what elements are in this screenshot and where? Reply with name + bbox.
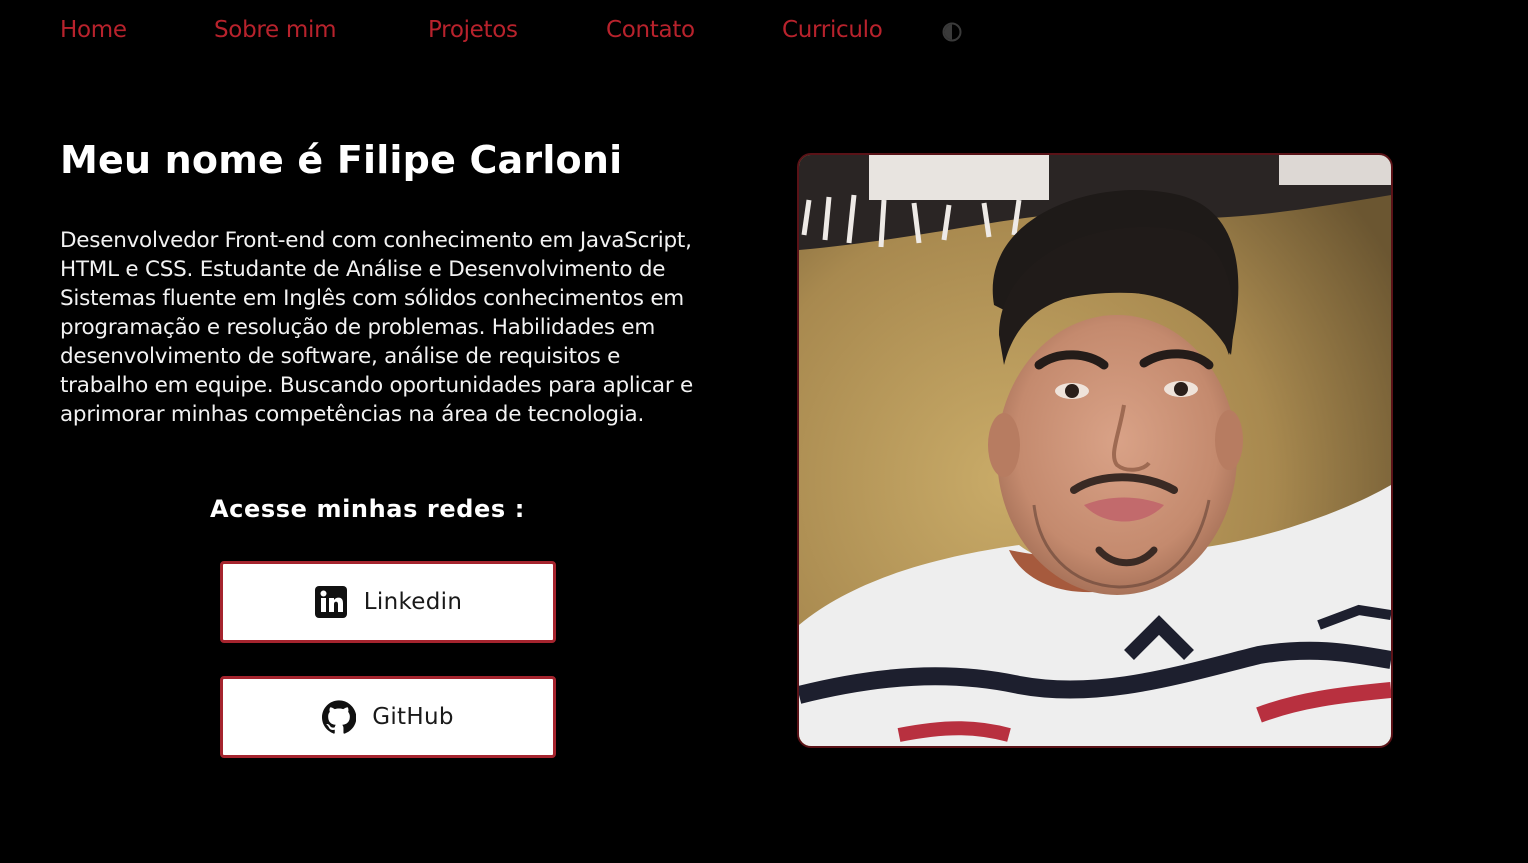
nav-link-sobre-mim[interactable]: Sobre mim [214,17,336,43]
profile-photo-illustration [799,155,1391,746]
page-title: Meu nome é Filipe Carloni [60,138,623,182]
linkedin-button[interactable]: Linkedin [220,561,556,643]
profile-photo [797,153,1393,748]
linkedin-label: Linkedin [363,589,463,615]
socials-heading: Acesse minhas redes : [210,495,525,523]
page: Home Sobre mim Projetos Contato Curricul… [0,0,1528,863]
nav-link-contato[interactable]: Contato [606,17,695,43]
github-icon [322,700,357,734]
theme-toggle-icon[interactable] [942,22,962,42]
github-label: GitHub [372,704,454,730]
github-button[interactable]: GitHub [220,676,556,758]
linkedin-icon [314,585,348,619]
nav-link-projetos[interactable]: Projetos [428,17,518,43]
bio-paragraph: Desenvolvedor Front-end com conhecimento… [60,228,693,427]
nav-link-curriculo[interactable]: Curriculo [782,17,883,43]
nav-link-home[interactable]: Home [60,17,127,43]
